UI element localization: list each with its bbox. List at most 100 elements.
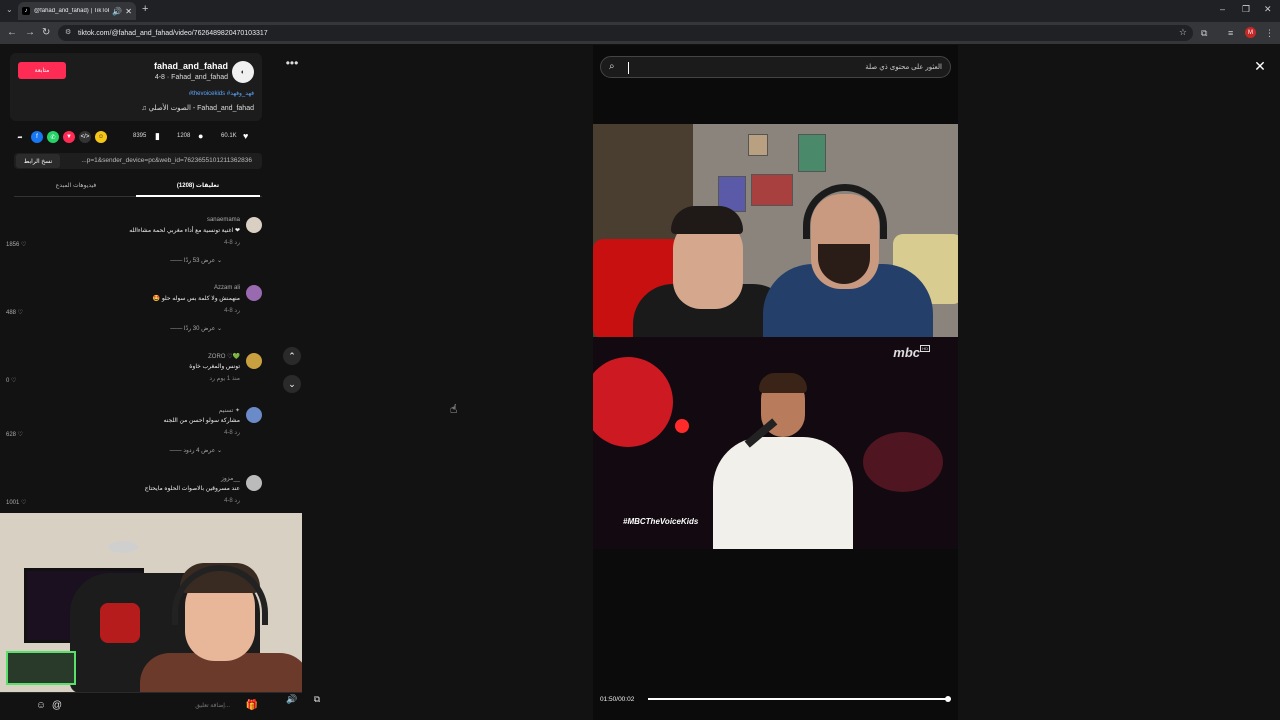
comment-avatar[interactable] [246, 407, 262, 423]
search-placeholder: العثور على محتوى ذي صلة [865, 64, 942, 71]
gift-icon[interactable]: 🎁 [245, 699, 259, 713]
close-icon[interactable]: ✕ [1250, 56, 1270, 76]
comment-text: تونس والمغرب خاوة [189, 364, 240, 370]
repost-icon[interactable]: ▼ [63, 131, 75, 143]
active-tab-indicator [136, 195, 260, 197]
more-options-icon[interactable]: ••• [281, 56, 303, 76]
author-avatar[interactable]: ◐ [232, 61, 254, 83]
author-name[interactable]: fahad_and_fahad [154, 61, 228, 71]
minimize-button[interactable]: – [1220, 4, 1225, 14]
menu-icon[interactable]: ⋮ [1265, 28, 1274, 39]
maximize-button[interactable]: ❐ [1242, 4, 1250, 15]
comment-input[interactable]: إضافة تعليق... [66, 697, 238, 715]
comment-likes[interactable]: 0 ♡ [6, 377, 16, 384]
tab-creator-videos[interactable]: فيديوهات المبدع [14, 182, 138, 189]
progress-bar[interactable] [648, 696, 951, 702]
comment-avatar[interactable] [246, 353, 262, 369]
singer-body [713, 437, 853, 549]
previous-video-button[interactable]: ⌃ [283, 347, 301, 365]
extensions-icon[interactable]: ⧉ [1201, 28, 1207, 39]
video-hashtag-overlay: #MBCTheVoiceKids [623, 517, 699, 526]
related-search-input[interactable]: ⌕ العثور على محتوى ذي صلة [600, 56, 951, 78]
comment-tabs: فيديوهات المبدع تعليقات (1208) [14, 177, 262, 197]
comment-avatar[interactable] [246, 217, 262, 233]
comment-username[interactable]: ZORO ♡💚 [208, 353, 240, 360]
tab-close-icon[interactable]: ✕ [125, 7, 132, 16]
view-replies-button[interactable]: —— عرض 4 ردود ⌄ [170, 447, 222, 454]
webcam-overlay [0, 513, 302, 693]
facebook-icon[interactable]: f [31, 131, 43, 143]
browser-tab[interactable]: ♪ @fahad_and_fahad) | TikTok 🔊 ✕ [18, 2, 136, 20]
comment-avatar[interactable] [246, 475, 262, 491]
view-replies-button[interactable]: —— عرض 53 ردًا ⌄ [170, 257, 222, 264]
tab-comments[interactable]: تعليقات (1208) [136, 182, 260, 189]
comment-text: 🤩 منهمنش ولا كلمة بس سوله حلو [152, 296, 240, 302]
close-window-button[interactable]: ✕ [1264, 4, 1272, 15]
comment-likes[interactable]: 1001 ♡ [6, 499, 26, 506]
cam-lamp [108, 541, 138, 553]
comment-username[interactable]: sanaemama [207, 217, 240, 223]
tab-title: @fahad_and_fahad) | TikTok [34, 8, 110, 14]
comment-username[interactable]: تسنيم ✦ [219, 407, 240, 414]
cam-chair-accent [100, 603, 140, 643]
comment-username[interactable]: مزوز__ [221, 475, 240, 482]
playback-time: 01:50/00:02 [600, 696, 635, 703]
share-link-text[interactable]: ...p=1&sender_device=pc&web_id=762365510… [81, 157, 252, 164]
video-frame-reactors [593, 124, 958, 337]
tab-search-icon[interactable]: ⌄ [6, 5, 13, 14]
bookmark-icon[interactable]: ▮ [155, 131, 160, 142]
emoji-picker-icon[interactable]: ☺ [34, 699, 48, 713]
site-info-icon[interactable]: ⚙ [65, 28, 71, 36]
heart-icon[interactable]: ♥ [243, 131, 248, 141]
comment-likes[interactable]: 1856 ♡ [6, 241, 26, 248]
miniplayer-icon[interactable]: ⧉ [309, 691, 325, 707]
profile-avatar[interactable]: M [1245, 27, 1256, 38]
media-icon[interactable]: ≡ [1228, 28, 1233, 38]
follow-button[interactable]: متابعة [18, 62, 66, 79]
comment-meta[interactable]: 4-8 رد [224, 497, 240, 504]
stage-light [593, 357, 673, 447]
video-player[interactable]: ⌕ العثور على محتوى ذي صلة mbc HD #MBCThe… [593, 45, 958, 720]
new-tab-button[interactable]: + [142, 3, 148, 15]
comment-meta[interactable]: 4-8 رد [224, 239, 240, 246]
forward-icon[interactable]: → [25, 27, 35, 38]
progress-knob[interactable] [944, 696, 951, 702]
copy-link-button[interactable]: نسخ الرابط [16, 154, 60, 168]
comment-meta[interactable]: منذ 1 يوم رد [209, 375, 240, 382]
comment-meta[interactable]: 4-8 رد [224, 429, 240, 436]
scene-poster [748, 134, 768, 156]
next-video-button[interactable]: ⌄ [283, 375, 301, 393]
scene-poster [798, 134, 826, 172]
stage-light [675, 419, 689, 433]
video-frame-stage: mbc HD #MBCTheVoiceKids [593, 337, 958, 549]
stage-light [863, 432, 943, 492]
share-arrow-icon[interactable]: ➦ [14, 131, 26, 143]
comment-avatar[interactable] [246, 285, 262, 301]
emoji-icon[interactable]: ☺ [95, 131, 107, 143]
address-bar[interactable]: ⚙ tiktok.com/@fahad_and_fahad/video/7626… [58, 25, 1193, 41]
back-icon[interactable]: ← [7, 27, 17, 38]
embed-icon[interactable]: </> [79, 131, 91, 143]
scene-poster [751, 174, 793, 206]
mention-icon[interactable]: @ [50, 699, 64, 713]
comment-composer: ☺ @ إضافة تعليق... 🎁 [0, 692, 302, 720]
comment-text: مشاركة سولو احسن من اللجنه [163, 418, 240, 424]
comment-username[interactable]: Azzam ali [214, 285, 240, 291]
search-icon[interactable]: ⌕ [609, 61, 615, 72]
comment-likes[interactable]: 628 ♡ [6, 431, 23, 438]
audio-icon[interactable]: 🔊 [112, 7, 122, 16]
comment-icon[interactable]: ● [198, 131, 203, 141]
volume-icon[interactable]: 🔊 [284, 691, 300, 707]
view-replies-button[interactable]: —— عرض 30 ردًا ⌄ [170, 325, 222, 332]
music-label[interactable]: ♫ الصوت الأصلي - Fahad_and_fahad [141, 104, 254, 112]
whatsapp-icon[interactable]: ✆ [47, 131, 59, 143]
saves-count: 8395 [133, 133, 147, 139]
reload-icon[interactable]: ↻ [42, 27, 50, 38]
bookmark-star-icon[interactable]: ☆ [1179, 27, 1187, 38]
comment-meta[interactable]: 4-8 رد [224, 307, 240, 314]
url-text: tiktok.com/@fahad_and_fahad/video/762648… [78, 29, 268, 37]
video-hashtags[interactable]: #thevoicekids #فهد_وفهد [189, 90, 254, 97]
cam-green-light [6, 651, 76, 685]
comment-likes[interactable]: 488 ♡ [6, 309, 23, 316]
reactor-left-hair [671, 206, 743, 234]
